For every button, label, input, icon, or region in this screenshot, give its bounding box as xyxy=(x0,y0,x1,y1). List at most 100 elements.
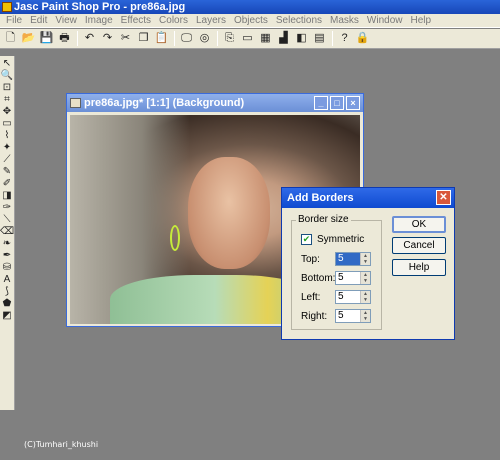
close-button[interactable]: × xyxy=(346,96,360,110)
image-window-title: pre86a.jpg* [1:1] (Background) xyxy=(84,97,245,109)
left-input[interactable]: 5 xyxy=(336,291,360,303)
symmetric-row: ✔ Symmetric xyxy=(301,234,364,245)
border-size-label: Border size xyxy=(296,214,351,225)
ok-button[interactable]: OK xyxy=(392,216,446,233)
flood-fill-icon[interactable]: ⛁ xyxy=(1,262,14,274)
copy-icon[interactable]: ❐ xyxy=(135,30,152,47)
freehand-tool-icon[interactable]: ⌇ xyxy=(1,130,14,142)
redo-icon[interactable]: ↷ xyxy=(99,30,116,47)
layers-icon[interactable]: ◧ xyxy=(293,30,310,47)
menu-bar: File Edit View Image Effects Colors Laye… xyxy=(0,14,500,28)
tool-options-icon[interactable]: ⎘ xyxy=(221,30,238,47)
minimize-button[interactable]: _ xyxy=(314,96,328,110)
clone-brush-icon[interactable]: ✐ xyxy=(1,178,14,190)
scratch-remover-icon[interactable]: ⟍ xyxy=(1,214,14,226)
menu-selections[interactable]: Selections xyxy=(272,14,326,28)
menu-help[interactable]: Help xyxy=(407,14,436,28)
spin-down-icon[interactable]: ▼ xyxy=(361,297,370,303)
add-borders-dialog: Add Borders ✕ Border size ✔ Symmetric To… xyxy=(281,187,455,340)
airbrush-tool-icon[interactable]: ✒ xyxy=(1,250,14,262)
color-palette-icon[interactable]: ▦ xyxy=(257,30,274,47)
monitor-icon[interactable]: 🖵 xyxy=(178,30,195,47)
deformation-tool-icon[interactable]: ⊡ xyxy=(1,82,14,94)
main-toolbar: 🗋 📂 💾 🖶 ↶ ↷ ✂ ❐ 📋 🖵 ◎ ⎘ ▭ ▦ ▟ ◧ ▤ ? 🔒 xyxy=(0,29,500,49)
dialog-title: Add Borders xyxy=(287,192,354,204)
dialog-title-bar[interactable]: Add Borders ✕ xyxy=(282,188,454,208)
menu-file[interactable]: File xyxy=(2,14,26,28)
browse-icon[interactable]: ◎ xyxy=(196,30,213,47)
mover-tool-icon[interactable]: ✥ xyxy=(1,106,14,118)
spin-down-icon[interactable]: ▼ xyxy=(361,278,370,284)
watermark-text: (C)Tumhari_khushi xyxy=(24,440,99,449)
left-spinner[interactable]: 5 ▲ ▼ xyxy=(335,290,371,304)
menu-colors[interactable]: Colors xyxy=(155,14,192,28)
dropper-tool-icon[interactable]: ⟋ xyxy=(1,154,14,166)
dialog-close-button[interactable]: ✕ xyxy=(436,190,451,205)
spin-down-icon[interactable]: ▼ xyxy=(361,259,370,265)
top-spin-arrows[interactable]: ▲ ▼ xyxy=(360,253,370,265)
undo-icon[interactable]: ↶ xyxy=(81,30,98,47)
color-replacer-icon[interactable]: ◨ xyxy=(1,190,14,202)
top-label: Top: xyxy=(301,253,320,265)
right-row: Right: 5 ▲ ▼ xyxy=(301,309,371,323)
symmetric-label: Symmetric xyxy=(317,234,365,245)
selection-tool-icon[interactable]: ▭ xyxy=(1,118,14,130)
print-icon[interactable]: 🖶 xyxy=(56,30,73,47)
new-file-icon[interactable]: 🗋 xyxy=(2,30,19,47)
toolbar-separator xyxy=(174,31,175,46)
bottom-spin-arrows[interactable]: ▲ ▼ xyxy=(360,272,370,284)
window-controls: _ □ × xyxy=(312,96,360,110)
tool-palette: ↖ 🔍 ⊡ ⌗ ✥ ▭ ⌇ ✦ ⟋ ✎ ✐ ◨ ✑ ⟍ ⌫ ❧ ✒ ⛁ A ⟆ … xyxy=(0,56,15,410)
menu-image[interactable]: Image xyxy=(81,14,117,28)
menu-masks[interactable]: Masks xyxy=(326,14,363,28)
open-folder-icon[interactable]: 📂 xyxy=(20,30,37,47)
text-tool-icon[interactable]: A xyxy=(1,274,14,286)
toolbar-separator xyxy=(217,31,218,46)
menu-edit[interactable]: Edit xyxy=(26,14,51,28)
top-row: Top: 5 ▲ ▼ xyxy=(301,252,371,266)
draw-tool-icon[interactable]: ⟆ xyxy=(1,286,14,298)
picture-tube-icon[interactable]: ❧ xyxy=(1,238,14,250)
retouch-tool-icon[interactable]: ✑ xyxy=(1,202,14,214)
context-help-icon[interactable]: ? xyxy=(336,30,353,47)
left-spin-arrows[interactable]: ▲ ▼ xyxy=(360,291,370,303)
photo-earring xyxy=(170,225,180,251)
save-icon[interactable]: 💾 xyxy=(38,30,55,47)
foreground-background-icon[interactable]: ◩ xyxy=(1,310,14,322)
paintbrush-tool-icon[interactable]: ✎ xyxy=(1,166,14,178)
script-icon[interactable]: ▤ xyxy=(311,30,328,47)
menu-view[interactable]: View xyxy=(51,14,81,28)
crop-tool-icon[interactable]: ⌗ xyxy=(1,94,14,106)
eraser-tool-icon[interactable]: ⌫ xyxy=(0,226,14,238)
magic-wand-icon[interactable]: ✦ xyxy=(1,142,14,154)
bottom-input[interactable]: 5 xyxy=(336,272,360,284)
zoom-tool-icon[interactable]: 🔍 xyxy=(1,70,14,82)
lock-icon[interactable]: 🔒 xyxy=(354,30,371,47)
app-title-bar: Jasc Paint Shop Pro - pre86a.jpg xyxy=(0,0,500,14)
paste-icon[interactable]: 📋 xyxy=(153,30,170,47)
arrow-tool-icon[interactable]: ↖ xyxy=(1,58,14,70)
menu-objects[interactable]: Objects xyxy=(230,14,272,28)
bottom-spinner[interactable]: 5 ▲ ▼ xyxy=(335,271,371,285)
image-window-title-bar[interactable]: pre86a.jpg* [1:1] (Background) _ □ × xyxy=(67,94,363,112)
cancel-button[interactable]: Cancel xyxy=(392,237,446,254)
cut-icon[interactable]: ✂ xyxy=(117,30,134,47)
maximize-button[interactable]: □ xyxy=(330,96,344,110)
toolbar-separator xyxy=(77,31,78,46)
histogram-icon[interactable]: ▟ xyxy=(275,30,292,47)
right-input[interactable]: 5 xyxy=(336,310,360,322)
help-button[interactable]: Help xyxy=(392,259,446,276)
left-label: Left: xyxy=(301,291,321,303)
top-spinner[interactable]: 5 ▲ ▼ xyxy=(335,252,371,266)
symmetric-checkbox[interactable]: ✔ xyxy=(301,234,312,245)
right-spinner[interactable]: 5 ▲ ▼ xyxy=(335,309,371,323)
spin-down-icon[interactable]: ▼ xyxy=(361,316,370,322)
menu-layers[interactable]: Layers xyxy=(192,14,230,28)
menu-window[interactable]: Window xyxy=(363,14,407,28)
top-input[interactable]: 5 xyxy=(336,253,360,265)
right-spin-arrows[interactable]: ▲ ▼ xyxy=(360,310,370,322)
menu-effects[interactable]: Effects xyxy=(117,14,155,28)
preset-shapes-icon[interactable]: ⬟ xyxy=(1,298,14,310)
overview-icon[interactable]: ▭ xyxy=(239,30,256,47)
bottom-label: Bottom: xyxy=(301,272,336,284)
